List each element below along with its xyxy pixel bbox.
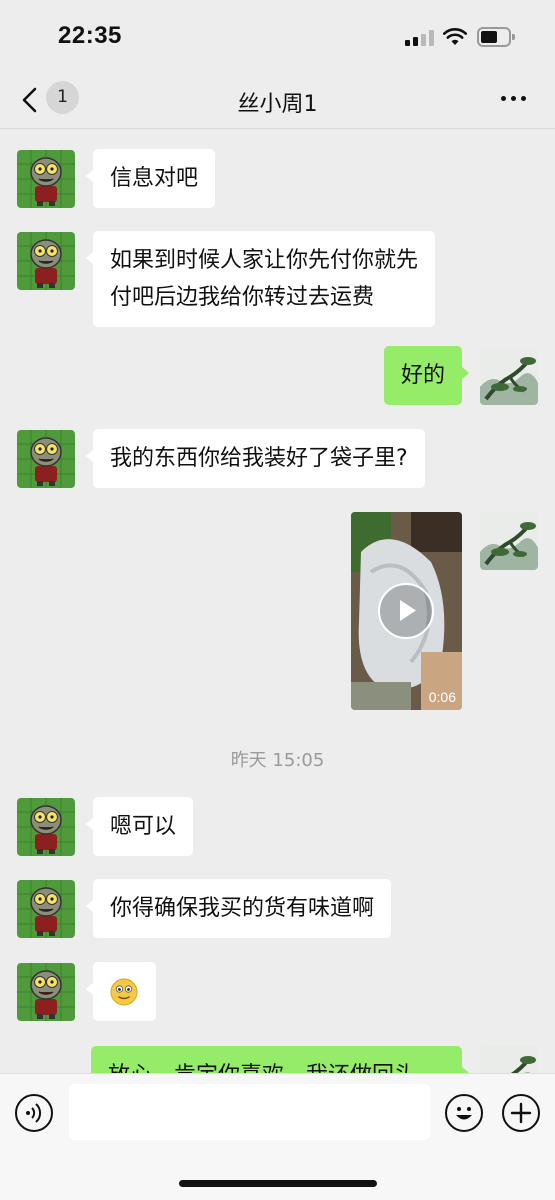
message-line: 如果到时候人家让你先付你就先 xyxy=(110,248,419,273)
more-actions-button[interactable] xyxy=(502,1094,540,1132)
contact-avatar[interactable] xyxy=(17,880,75,938)
zombie-avatar-icon xyxy=(17,880,75,938)
chat-timestamp: 昨天 15:05 xyxy=(230,750,325,771)
voice-icon xyxy=(26,1103,42,1123)
incoming-message[interactable]: 嗯可以 xyxy=(85,797,194,856)
contact-avatar[interactable] xyxy=(17,150,75,208)
emoji-icon xyxy=(456,1107,472,1120)
play-button[interactable] xyxy=(378,583,434,639)
incoming-message[interactable]: 信息对吧 xyxy=(85,149,216,208)
landscape-avatar-icon xyxy=(480,512,538,570)
zombie-avatar-icon xyxy=(17,963,75,1021)
message-line: 付吧后边我给你转过去运费 xyxy=(110,285,375,310)
contact-avatar[interactable] xyxy=(17,963,75,1021)
incoming-message[interactable]: 我的东西你给我装好了袋子里? xyxy=(86,429,425,488)
self-avatar[interactable] xyxy=(480,512,538,570)
cellular-signal-icon xyxy=(405,30,435,46)
incoming-message[interactable]: 如果到时候人家让你先付你就先 付吧后边我给你转过去运费 xyxy=(85,231,436,327)
voice-input-button[interactable] xyxy=(15,1094,53,1132)
plus-icon xyxy=(510,1102,532,1124)
battery-icon xyxy=(477,27,515,47)
zombie-avatar-icon xyxy=(17,150,75,208)
contact-avatar[interactable] xyxy=(17,798,75,856)
message-input[interactable] xyxy=(69,1084,430,1140)
wifi-icon xyxy=(443,27,467,47)
incoming-message[interactable]: 你得确保我买的货有味道啊 xyxy=(85,879,392,938)
video-message[interactable]: 0:06 xyxy=(351,512,462,710)
chat-header: 1 丝小周1 xyxy=(0,72,555,129)
video-duration: 0:06 xyxy=(428,689,456,705)
more-options-button[interactable] xyxy=(500,86,530,110)
home-indicator xyxy=(179,1180,377,1187)
emoji-button[interactable] xyxy=(445,1094,483,1132)
contact-avatar[interactable] xyxy=(17,430,75,488)
zombie-avatar-icon xyxy=(17,430,75,488)
status-bar: 22:35 xyxy=(0,0,555,72)
zombie-avatar-icon xyxy=(17,232,75,290)
outgoing-message[interactable]: 好的 xyxy=(383,346,470,405)
self-avatar[interactable] xyxy=(480,347,538,405)
smile-emoji-icon xyxy=(110,978,138,1006)
status-time: 22:35 xyxy=(58,22,122,49)
landscape-avatar-icon xyxy=(480,347,538,405)
zombie-avatar-icon xyxy=(17,798,75,856)
contact-avatar[interactable] xyxy=(17,232,75,290)
play-icon xyxy=(400,600,416,621)
incoming-emoji-message[interactable] xyxy=(86,962,156,1021)
chat-title: 丝小周1 xyxy=(237,92,318,117)
